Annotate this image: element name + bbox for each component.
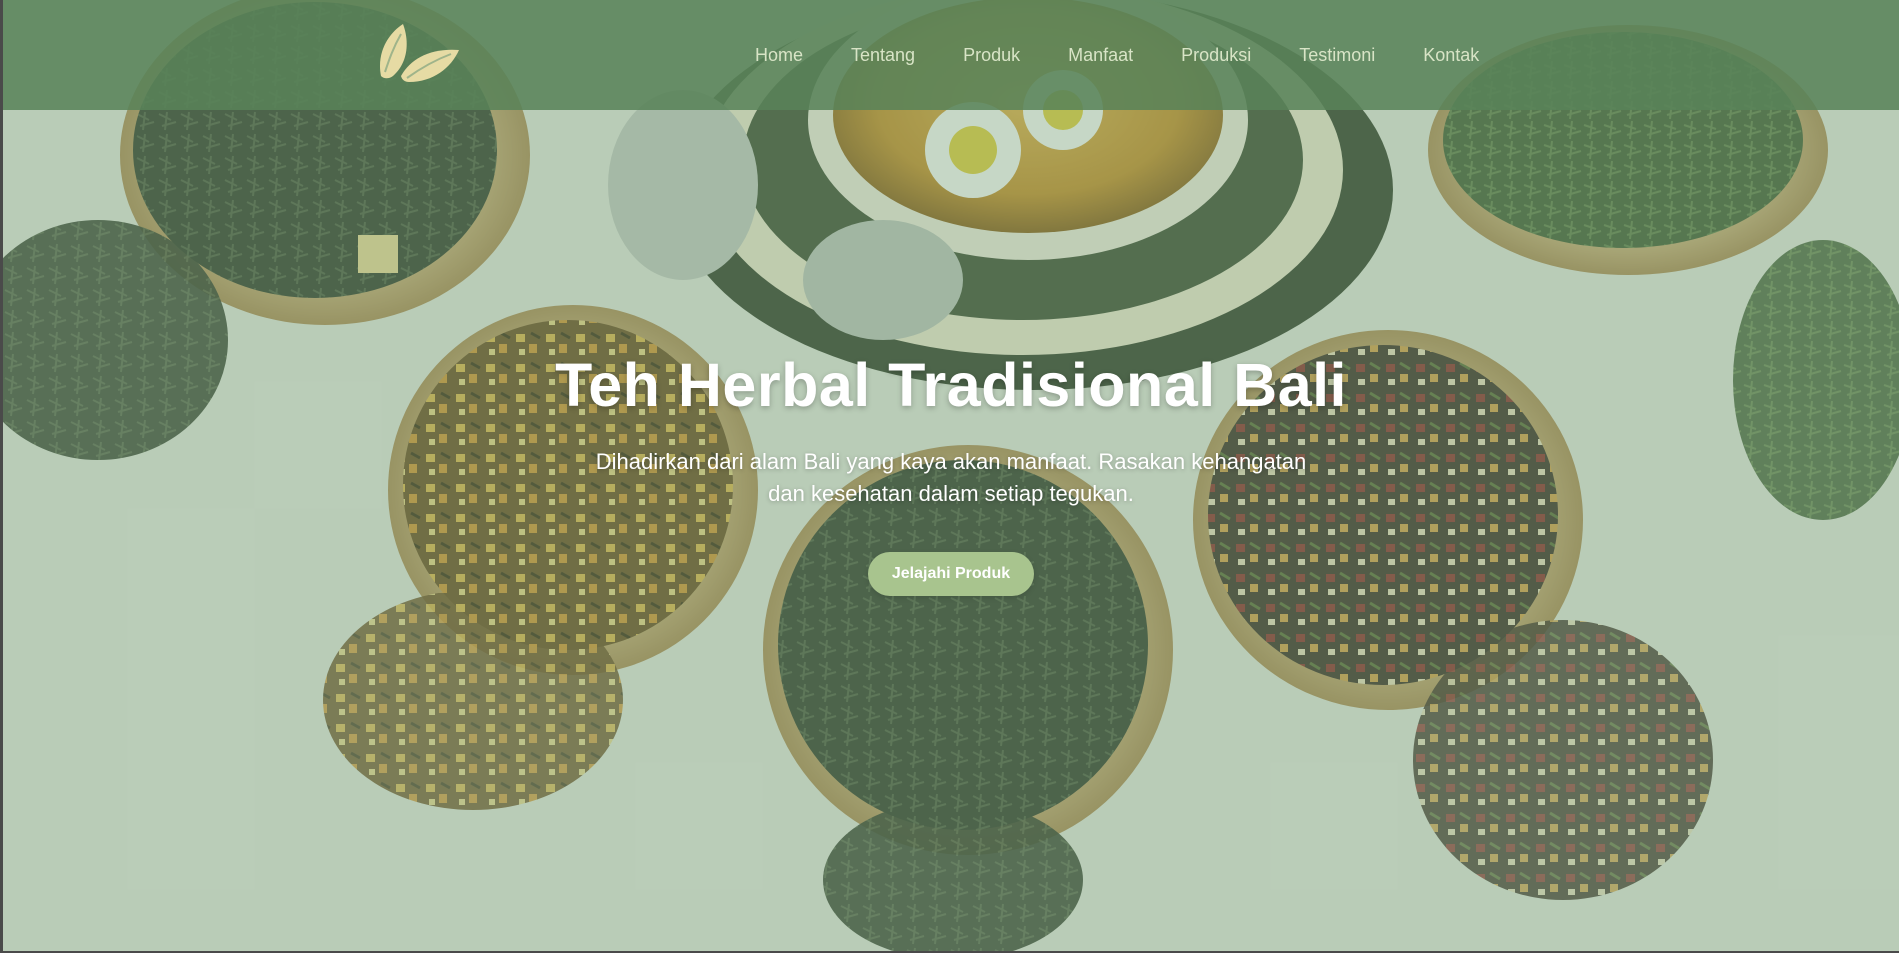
- hero-section: Teh Herbal Tradisional Bali Dihadirkan d…: [3, 350, 1899, 596]
- nav-item-kontak[interactable]: Kontak: [1399, 45, 1503, 66]
- nav-item-produk[interactable]: Produk: [939, 45, 1044, 66]
- leaf-logo-icon[interactable]: [375, 22, 461, 84]
- nav-menu: Home Tentang Produk Manfaat Produksi Tes…: [743, 0, 1503, 110]
- navbar: Home Tentang Produk Manfaat Produksi Tes…: [3, 0, 1899, 110]
- nav-item-produksi[interactable]: Produksi: [1157, 45, 1275, 66]
- explore-products-button[interactable]: Jelajahi Produk: [867, 552, 1035, 596]
- page-frame: Home Tentang Produk Manfaat Produksi Tes…: [3, 0, 1899, 951]
- nav-item-manfaat[interactable]: Manfaat: [1044, 45, 1157, 66]
- nav-item-home[interactable]: Home: [743, 45, 827, 66]
- hero-subtitle: Dihadirkan dari alam Bali yang kaya akan…: [595, 449, 1307, 506]
- nav-item-testimoni[interactable]: Testimoni: [1275, 45, 1399, 66]
- nav-item-tentang[interactable]: Tentang: [827, 45, 939, 66]
- hero-title: Teh Herbal Tradisional Bali: [554, 351, 1348, 419]
